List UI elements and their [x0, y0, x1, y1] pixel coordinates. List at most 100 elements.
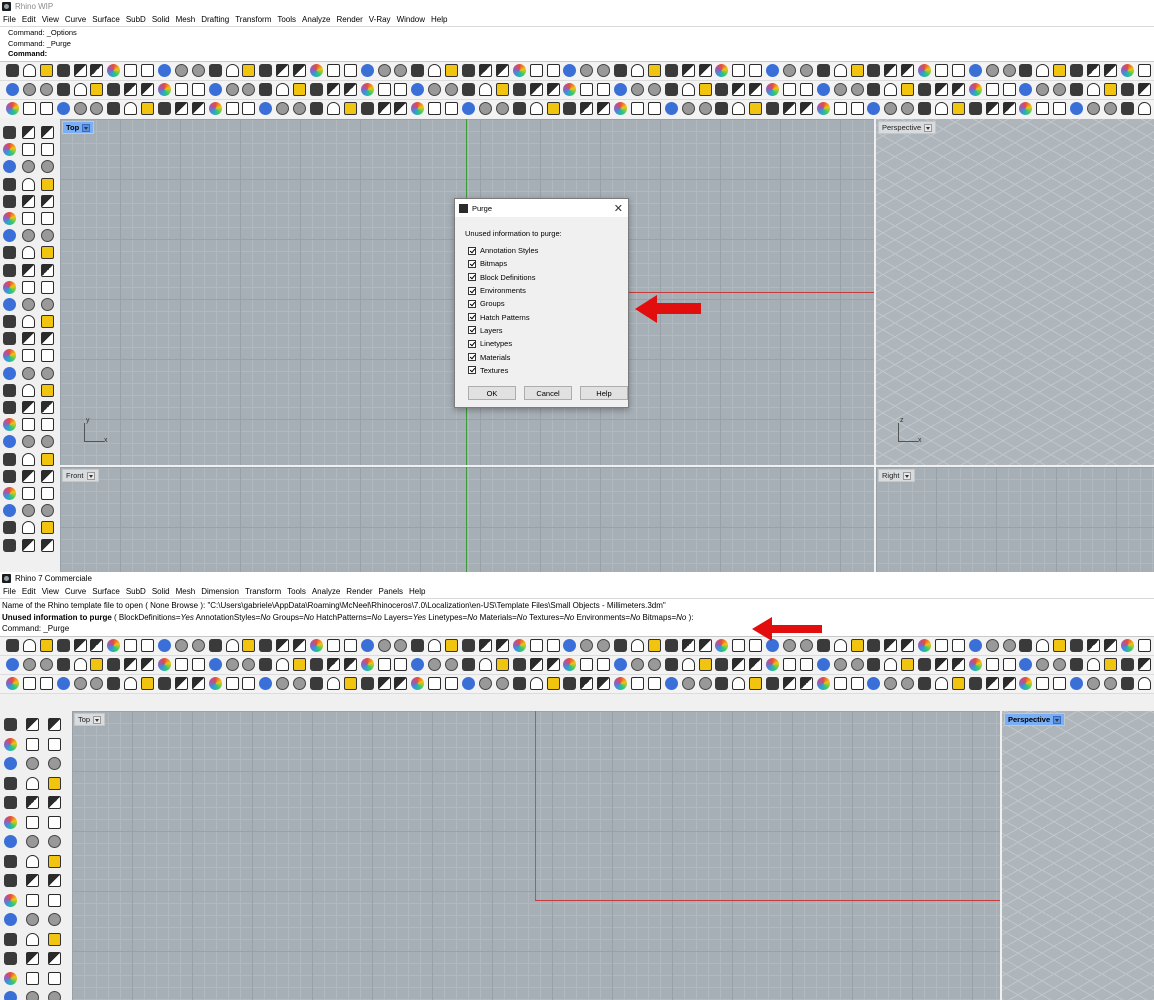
toolbar-tool-icon[interactable] — [26, 835, 39, 848]
toolbar-tool-icon[interactable] — [3, 263, 16, 277]
toolbar-tool-icon[interactable] — [107, 64, 121, 77]
toolbar-tool-icon[interactable] — [597, 658, 611, 671]
toolbar-tool-icon[interactable] — [495, 83, 509, 96]
toolbar-tool-icon[interactable] — [1087, 639, 1100, 652]
prompt-option-blockdefinitions[interactable]: BlockDefinitions=Yes — [119, 613, 194, 622]
toolbar-tool-icon[interactable] — [715, 677, 729, 690]
toolbar-tool-icon[interactable] — [259, 64, 273, 77]
toolbar-tool-icon[interactable] — [647, 102, 661, 115]
toolbar-tool-icon[interactable] — [428, 677, 442, 690]
toolbar-tool-icon[interactable] — [462, 83, 476, 96]
toolbar-tool-icon[interactable] — [934, 64, 948, 77]
toolbar-tool-icon[interactable] — [22, 418, 35, 432]
toolbar-tool-icon[interactable] — [462, 677, 476, 690]
toolbar-tool-icon[interactable] — [343, 102, 357, 115]
toolbar-tool-icon[interactable] — [799, 83, 813, 96]
toolbar-tool-icon[interactable] — [1002, 658, 1016, 671]
cancel-button[interactable]: Cancel — [524, 386, 572, 400]
menu-item-tools[interactable]: Tools — [287, 587, 306, 596]
toolbar-tool-icon[interactable] — [41, 469, 54, 483]
prompt-option-linetypes[interactable]: Linetypes=No — [428, 613, 477, 622]
purge-option-materials[interactable]: Materials — [465, 350, 618, 363]
toolbar-tool-icon[interactable] — [242, 677, 256, 690]
menu-item-surface[interactable]: Surface — [92, 587, 120, 596]
toolbar-tool-icon[interactable] — [3, 435, 16, 449]
toolbar-tool-icon[interactable] — [580, 658, 594, 671]
toolbar-tool-icon[interactable] — [39, 83, 53, 96]
toolbar-tool-icon[interactable] — [1137, 658, 1151, 671]
toolbar-tool-icon[interactable] — [512, 658, 526, 671]
toolbar-tool-icon[interactable] — [73, 102, 87, 115]
chevron-down-icon[interactable] — [82, 123, 91, 132]
toolbar-tool-icon[interactable] — [73, 83, 87, 96]
toolbar-tool-icon[interactable] — [1120, 102, 1134, 115]
toolbar-tool-icon[interactable] — [681, 102, 695, 115]
toolbar-tool-icon[interactable] — [428, 639, 442, 652]
toolbar-tool-icon[interactable] — [3, 538, 16, 552]
toolbar-tool-icon[interactable] — [529, 64, 543, 77]
toolbar-tool-icon[interactable] — [1087, 64, 1100, 77]
toolbar-tool-icon[interactable] — [630, 83, 644, 96]
toolbar-tool-icon[interactable] — [934, 658, 948, 671]
toolbar-tool-icon[interactable] — [225, 658, 239, 671]
toolbar-tool-icon[interactable] — [22, 383, 35, 397]
toolbar-tool-icon[interactable] — [630, 639, 644, 652]
toolbar-tool-icon[interactable] — [41, 401, 54, 414]
menu-item-solid[interactable]: Solid — [152, 587, 170, 596]
toolbar-tool-icon[interactable] — [41, 126, 54, 139]
toolbar-tool-icon[interactable] — [124, 677, 138, 690]
toolbar-tool-icon[interactable] — [901, 64, 915, 77]
toolbar-tool-icon[interactable] — [799, 102, 813, 115]
toolbar-tool-icon[interactable] — [141, 102, 155, 115]
menu-item-file[interactable]: File — [3, 15, 16, 24]
toolbar-tool-icon[interactable] — [850, 639, 864, 652]
toolbar-tool-icon[interactable] — [4, 893, 17, 907]
toolbar-tool-icon[interactable] — [1137, 64, 1151, 77]
toolbar-tool-icon[interactable] — [985, 83, 999, 96]
menu-item-window[interactable]: Window — [397, 15, 425, 24]
toolbar-tool-icon[interactable] — [158, 658, 172, 671]
toolbar-tool-icon[interactable] — [56, 102, 70, 115]
toolbar-tool-icon[interactable] — [715, 658, 729, 671]
toolbar-tool-icon[interactable] — [749, 64, 763, 77]
toolbar-tool-icon[interactable] — [343, 83, 357, 96]
toolbar-tool-icon[interactable] — [259, 102, 273, 115]
toolbar-tool-icon[interactable] — [478, 102, 492, 115]
toolbar-tool-icon[interactable] — [208, 83, 222, 96]
menu-item-drafting[interactable]: Drafting — [201, 15, 229, 24]
toolbar-tool-icon[interactable] — [26, 737, 39, 751]
toolbar-tool-icon[interactable] — [563, 64, 577, 77]
toolbar-tool-icon[interactable] — [360, 83, 374, 96]
toolbar-tool-icon[interactable] — [934, 677, 948, 690]
toolbar-tool-icon[interactable] — [597, 64, 611, 77]
toolbar-tool-icon[interactable] — [766, 658, 780, 671]
toolbar-tool-icon[interactable] — [41, 486, 54, 500]
toolbar-tool-icon[interactable] — [276, 64, 290, 77]
toolbar-tool-icon[interactable] — [462, 639, 476, 652]
menu-item-transform[interactable]: Transform — [245, 587, 281, 596]
toolbar-tool-icon[interactable] — [884, 639, 898, 652]
toolbar-tool-icon[interactable] — [107, 658, 121, 671]
toolbar-tool-icon[interactable] — [225, 64, 239, 77]
toolbar-tool-icon[interactable] — [310, 658, 324, 671]
toolbar-tool-icon[interactable] — [22, 211, 35, 225]
menu-item-file[interactable]: File — [3, 587, 16, 596]
toolbar-tool-icon[interactable] — [867, 83, 881, 96]
toolbar-tool-icon[interactable] — [41, 332, 54, 346]
toolbar-tool-icon[interactable] — [512, 677, 526, 690]
toolbar-tool-icon[interactable] — [681, 677, 695, 690]
toolbar-tool-icon[interactable] — [1053, 83, 1067, 96]
toolbar-tool-icon[interactable] — [1120, 677, 1134, 690]
toolbar-tool-icon[interactable] — [495, 677, 509, 690]
chevron-down-icon[interactable] — [902, 471, 911, 480]
toolbar-tool-icon[interactable] — [26, 952, 39, 965]
toolbar-tool-icon[interactable] — [208, 639, 222, 652]
toolbar-tool-icon[interactable] — [4, 991, 17, 1000]
toolbar-tool-icon[interactable] — [26, 874, 39, 887]
toolbar-tool-icon[interactable] — [22, 126, 35, 139]
toolbar-tool-icon[interactable] — [901, 677, 915, 690]
toolbar-tool-icon[interactable] — [698, 102, 712, 115]
toolbar-tool-icon[interactable] — [259, 658, 273, 671]
toolbar-tool-icon[interactable] — [73, 64, 87, 77]
menu-item-analyze[interactable]: Analyze — [312, 587, 340, 596]
